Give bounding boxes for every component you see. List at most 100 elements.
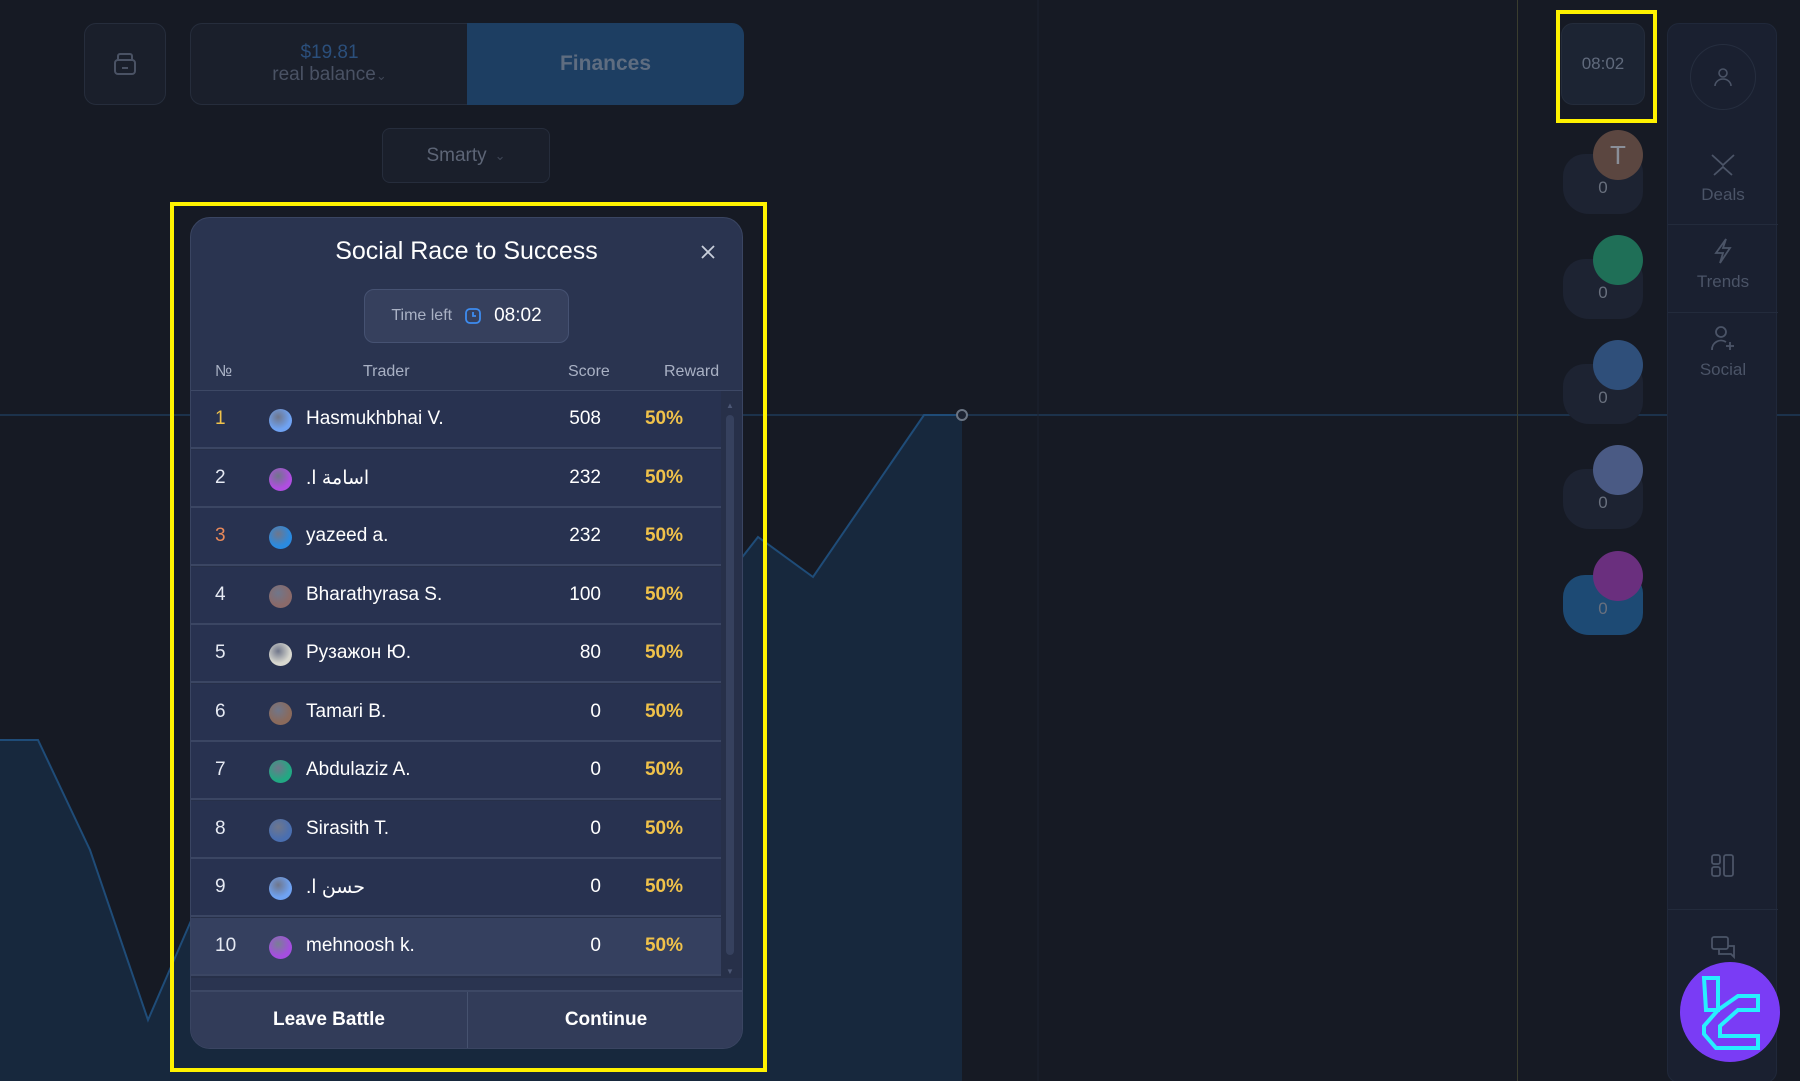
trader-avatar [269, 701, 292, 725]
participant[interactable]: 0 [1563, 235, 1643, 319]
scrollbar[interactable]: ▲ ▼ [723, 401, 737, 976]
trader-reward: 50% [644, 642, 683, 663]
trader-name: Tamari B. [306, 700, 387, 722]
divider [1668, 224, 1778, 225]
trader-name: حسن ا. [306, 877, 365, 898]
trader-reward: 50% [644, 817, 683, 839]
trader-avatar [269, 760, 292, 783]
chat-button[interactable] [1668, 934, 1778, 962]
modal-footer: Leave Battle Continue [191, 990, 742, 1048]
trader-score: 232 [569, 466, 601, 488]
balance-selector[interactable]: $19.81 real balance⌄ [190, 23, 468, 105]
trader-name: Рузажон Ю. [306, 642, 411, 663]
battle-timer-button[interactable]: 08:02 [1561, 23, 1645, 105]
table-row[interactable]: 2 اسامة ا. 232 50% [191, 449, 721, 508]
trader-score: 508 [569, 408, 601, 429]
trader-reward: 50% [644, 583, 683, 605]
table-row[interactable]: 4 Bharathyrasa S. 100 50% [191, 566, 721, 625]
table-row[interactable]: 1 Hasmukhbhai V. 508 50% [191, 391, 721, 449]
trader-reward: 50% [644, 934, 683, 956]
layout-button[interactable] [1668, 852, 1778, 880]
sidebar-item-label: Deals [1701, 185, 1745, 204]
participant-avatar [1593, 340, 1643, 390]
rank: 8 [215, 817, 226, 839]
layout-icon [1711, 854, 1734, 877]
table-row[interactable]: 7 Abdulaziz A. 0 50% [191, 742, 721, 800]
table-row[interactable]: 8 Sirasith T. 0 50% [191, 800, 721, 859]
trader-avatar [269, 935, 292, 959]
clock-icon [465, 308, 481, 324]
trader-score: 232 [569, 525, 601, 546]
add-user-icon [1711, 326, 1734, 351]
modal-title: Social Race to Success [335, 237, 598, 265]
participant-avatar: T [1593, 130, 1643, 180]
trader-name: yazeed a. [306, 525, 389, 546]
wallet-icon [114, 53, 136, 75]
trader-score: 0 [590, 934, 601, 956]
right-sidebar: Deals Trends Social [1667, 23, 1778, 1081]
trader-avatar [269, 643, 292, 666]
divider [1668, 312, 1778, 313]
trader-reward: 50% [644, 700, 683, 722]
participant-avatar [1593, 235, 1643, 285]
trader-reward: 50% [644, 466, 683, 488]
divider [1668, 909, 1778, 910]
trader-name: Abdulaziz A. [306, 759, 411, 780]
column-rank: № [215, 363, 233, 380]
rank: 1 [215, 408, 226, 429]
participant[interactable]: T 0 [1563, 130, 1643, 214]
participant-score: 0 [1598, 178, 1608, 197]
trader-score: 0 [590, 876, 601, 897]
table-row[interactable]: 3 yazeed a. 232 50% [191, 508, 721, 566]
chat-icon [1711, 936, 1735, 960]
close-button[interactable] [696, 240, 720, 264]
rank: 7 [215, 759, 226, 780]
time-left-value: 08:02 [494, 305, 542, 326]
deals-icon [1711, 154, 1735, 176]
rank: 3 [215, 525, 226, 546]
column-score: Score [568, 363, 610, 380]
balance-type: real balance [272, 63, 376, 85]
column-reward: Reward [664, 363, 720, 380]
lightning-icon [1714, 238, 1732, 264]
scroll-thumb[interactable] [726, 415, 734, 955]
strategy-label: Smarty [426, 144, 487, 166]
scroll-up-icon[interactable]: ▲ [726, 401, 734, 410]
rank: 10 [215, 934, 237, 956]
finances-button[interactable]: Finances [467, 23, 744, 105]
sidebar-item-trends[interactable]: Trends [1668, 236, 1778, 292]
table-row[interactable]: 5 Рузажон Ю. 80 50% [191, 625, 721, 683]
trader-name: Sirasith T. [306, 817, 390, 839]
table-row[interactable]: 9 حسن ا. 0 50% [191, 859, 721, 917]
participant[interactable]: 0 [1563, 340, 1643, 424]
participant-score: 0 [1598, 388, 1608, 407]
profile-button[interactable] [1668, 44, 1778, 110]
participant[interactable]: 0 [1563, 445, 1643, 529]
trader-avatar [269, 877, 292, 900]
profile-ring [1690, 44, 1756, 110]
table-row[interactable]: 6 Tamari B. 0 50% [191, 683, 721, 742]
cashier-button[interactable] [84, 23, 166, 105]
leave-battle-button[interactable]: Leave Battle [191, 992, 467, 1048]
sidebar-item-social[interactable]: Social [1668, 324, 1778, 380]
leaderboard-list[interactable]: 10 mehnoosh k. 0 50% 9 حسن ا. 0 50% 8 Sirasith T.… [191, 390, 742, 978]
trader-score: 80 [579, 642, 601, 663]
continue-button[interactable]: Continue [468, 992, 742, 1048]
scroll-down-icon[interactable]: ▼ [726, 967, 734, 976]
sidebar-item-deals[interactable]: Deals [1668, 149, 1778, 205]
trader-score: 0 [590, 700, 601, 722]
participant-current-user[interactable]: 0 [1563, 551, 1643, 635]
trader-name: Bharathyrasa S. [306, 583, 443, 605]
table-header: № Trader Score Reward [191, 359, 742, 389]
participant-avatar [1593, 445, 1643, 495]
rank: 5 [215, 642, 226, 663]
close-icon [701, 245, 715, 259]
table-row-current-user[interactable]: 10 mehnoosh k. 0 50% [191, 917, 721, 976]
participant-avatar [1593, 551, 1643, 601]
rank: 4 [215, 583, 226, 605]
strategy-selector[interactable]: Smarty ⌄ [382, 128, 550, 183]
trader-reward: 50% [644, 408, 683, 429]
trader-avatar [269, 818, 292, 842]
sidebar-item-label: Trends [1696, 272, 1750, 291]
rank: 2 [215, 466, 226, 488]
